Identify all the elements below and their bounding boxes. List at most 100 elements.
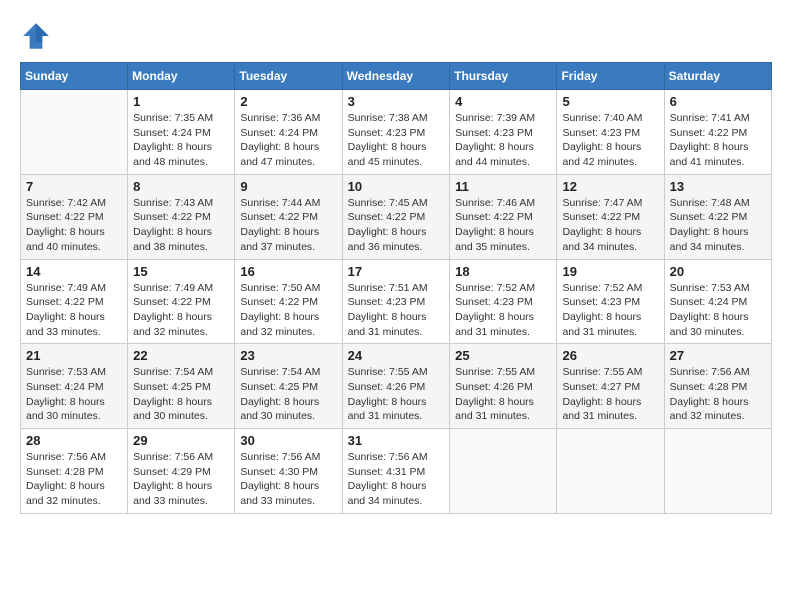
calendar-day-cell: 24Sunrise: 7:55 AMSunset: 4:26 PMDayligh… bbox=[342, 344, 450, 429]
calendar-week-row: 1Sunrise: 7:35 AMSunset: 4:24 PMDaylight… bbox=[21, 90, 772, 175]
calendar-week-row: 21 Sunrise: 7:53 AMSunset: 4:24 PMDayligh… bbox=[21, 344, 772, 429]
calendar-day-cell: 11 Sunrise: 7:46 AMSunset: 4:22 PMDayligh… bbox=[450, 174, 557, 259]
weekday-header-cell: Monday bbox=[128, 63, 235, 90]
calendar-day-cell: 23 Sunrise: 7:54 AMSunset: 4:25 PMDayligh… bbox=[235, 344, 342, 429]
day-detail: Sunrise: 7:46 AMSunset: 4:22 PMDaylight:… bbox=[455, 196, 551, 255]
day-detail: Sunrise: 7:35 AMSunset: 4:24 PMDaylight:… bbox=[133, 111, 229, 170]
day-detail: Sunrise: 7:45 AMSunset: 4:22 PMDaylight:… bbox=[348, 196, 445, 255]
day-number: 4 bbox=[455, 94, 551, 109]
day-detail: Sunrise: 7:53 AMSunset: 4:24 PMDaylight:… bbox=[26, 365, 122, 424]
day-detail: Sunrise: 7:56 AMSunset: 4:28 PMDaylight:… bbox=[26, 450, 122, 509]
day-number: 10 bbox=[348, 179, 445, 194]
weekday-header-cell: Saturday bbox=[664, 63, 771, 90]
calendar-day-cell: 12 Sunrise: 7:47 AMSunset: 4:22 PMDayligh… bbox=[557, 174, 664, 259]
day-number: 31 bbox=[348, 433, 445, 448]
calendar-week-row: 28 Sunrise: 7:56 AMSunset: 4:28 PMDayligh… bbox=[21, 429, 772, 514]
day-detail: Sunrise: 7:53 AMSunset: 4:24 PMDaylight:… bbox=[670, 281, 766, 340]
weekday-header-cell: Friday bbox=[557, 63, 664, 90]
day-number: 25 bbox=[455, 348, 551, 363]
logo-icon bbox=[20, 20, 52, 52]
calendar-day-cell: 20 Sunrise: 7:53 AMSunset: 4:24 PMDayligh… bbox=[664, 259, 771, 344]
weekday-header-cell: Sunday bbox=[21, 63, 128, 90]
weekday-header-cell: Tuesday bbox=[235, 63, 342, 90]
day-detail: Sunrise: 7:51 AMSunset: 4:23 PMDaylight:… bbox=[348, 281, 445, 340]
day-number: 6 bbox=[670, 94, 766, 109]
day-detail: Sunrise: 7:55 AMSunset: 4:26 PMDaylight:… bbox=[455, 365, 551, 424]
day-number: 8 bbox=[133, 179, 229, 194]
day-detail: Sunrise: 7:50 AMSunset: 4:22 PMDaylight:… bbox=[240, 281, 336, 340]
calendar-day-cell: 21 Sunrise: 7:53 AMSunset: 4:24 PMDayligh… bbox=[21, 344, 128, 429]
day-detail: Sunrise: 7:39 AMSunset: 4:23 PMDaylight:… bbox=[455, 111, 551, 170]
calendar-day-cell bbox=[664, 429, 771, 514]
calendar-day-cell: 9 Sunrise: 7:44 AMSunset: 4:22 PMDaylight… bbox=[235, 174, 342, 259]
weekday-header-row: SundayMondayTuesdayWednesdayThursdayFrid… bbox=[21, 63, 772, 90]
day-detail: Sunrise: 7:36 AMSunset: 4:24 PMDaylight:… bbox=[240, 111, 336, 170]
calendar-day-cell: 25 Sunrise: 7:55 AMSunset: 4:26 PMDayligh… bbox=[450, 344, 557, 429]
day-number: 17 bbox=[348, 264, 445, 279]
calendar-day-cell: 10 Sunrise: 7:45 AMSunset: 4:22 PMDayligh… bbox=[342, 174, 450, 259]
day-detail: Sunrise: 7:54 AMSunset: 4:25 PMDaylight:… bbox=[240, 365, 336, 424]
day-number: 16 bbox=[240, 264, 336, 279]
day-detail: Sunrise: 7:55 AMSunset: 4:27 PMDaylight:… bbox=[562, 365, 658, 424]
calendar-day-cell: 5 Sunrise: 7:40 AMSunset: 4:23 PMDaylight… bbox=[557, 90, 664, 175]
day-number: 9 bbox=[240, 179, 336, 194]
calendar-day-cell: 18Sunrise: 7:52 AMSunset: 4:23 PMDayligh… bbox=[450, 259, 557, 344]
calendar-day-cell: 1Sunrise: 7:35 AMSunset: 4:24 PMDaylight… bbox=[128, 90, 235, 175]
day-number: 27 bbox=[670, 348, 766, 363]
page-header bbox=[20, 20, 772, 52]
day-number: 20 bbox=[670, 264, 766, 279]
day-detail: Sunrise: 7:52 AMSunset: 4:23 PMDaylight:… bbox=[455, 281, 551, 340]
day-number: 24 bbox=[348, 348, 445, 363]
day-detail: Sunrise: 7:56 AMSunset: 4:29 PMDaylight:… bbox=[133, 450, 229, 509]
calendar-day-cell: 28 Sunrise: 7:56 AMSunset: 4:28 PMDayligh… bbox=[21, 429, 128, 514]
day-number: 21 bbox=[26, 348, 122, 363]
day-number: 12 bbox=[562, 179, 658, 194]
day-number: 3 bbox=[348, 94, 445, 109]
calendar-day-cell: 29 Sunrise: 7:56 AMSunset: 4:29 PMDayligh… bbox=[128, 429, 235, 514]
calendar-day-cell: 4 Sunrise: 7:39 AMSunset: 4:23 PMDaylight… bbox=[450, 90, 557, 175]
logo bbox=[20, 20, 56, 52]
day-detail: Sunrise: 7:47 AMSunset: 4:22 PMDaylight:… bbox=[562, 196, 658, 255]
calendar-day-cell bbox=[21, 90, 128, 175]
calendar-day-cell: 7 Sunrise: 7:42 AMSunset: 4:22 PMDaylight… bbox=[21, 174, 128, 259]
day-number: 22 bbox=[133, 348, 229, 363]
calendar-day-cell: 14Sunrise: 7:49 AMSunset: 4:22 PMDayligh… bbox=[21, 259, 128, 344]
calendar-table: SundayMondayTuesdayWednesdayThursdayFrid… bbox=[20, 62, 772, 514]
weekday-header-cell: Wednesday bbox=[342, 63, 450, 90]
calendar-day-cell: 31 Sunrise: 7:56 AMSunset: 4:31 PMDayligh… bbox=[342, 429, 450, 514]
day-detail: Sunrise: 7:41 AMSunset: 4:22 PMDaylight:… bbox=[670, 111, 766, 170]
weekday-header-cell: Thursday bbox=[450, 63, 557, 90]
day-number: 26 bbox=[562, 348, 658, 363]
calendar-day-cell: 15Sunrise: 7:49 AMSunset: 4:22 PMDayligh… bbox=[128, 259, 235, 344]
day-number: 28 bbox=[26, 433, 122, 448]
day-number: 29 bbox=[133, 433, 229, 448]
day-detail: Sunrise: 7:52 AMSunset: 4:23 PMDaylight:… bbox=[562, 281, 658, 340]
day-detail: Sunrise: 7:44 AMSunset: 4:22 PMDaylight:… bbox=[240, 196, 336, 255]
day-number: 30 bbox=[240, 433, 336, 448]
day-detail: Sunrise: 7:49 AMSunset: 4:22 PMDaylight:… bbox=[133, 281, 229, 340]
calendar-day-cell: 19Sunrise: 7:52 AMSunset: 4:23 PMDayligh… bbox=[557, 259, 664, 344]
calendar-day-cell: 6 Sunrise: 7:41 AMSunset: 4:22 PMDaylight… bbox=[664, 90, 771, 175]
calendar-day-cell: 16 Sunrise: 7:50 AMSunset: 4:22 PMDayligh… bbox=[235, 259, 342, 344]
day-detail: Sunrise: 7:56 AMSunset: 4:31 PMDaylight:… bbox=[348, 450, 445, 509]
calendar-day-cell: 22 Sunrise: 7:54 AMSunset: 4:25 PMDayligh… bbox=[128, 344, 235, 429]
day-detail: Sunrise: 7:48 AMSunset: 4:22 PMDaylight:… bbox=[670, 196, 766, 255]
day-detail: Sunrise: 7:56 AMSunset: 4:28 PMDaylight:… bbox=[670, 365, 766, 424]
day-detail: Sunrise: 7:49 AMSunset: 4:22 PMDaylight:… bbox=[26, 281, 122, 340]
day-number: 7 bbox=[26, 179, 122, 194]
calendar-day-cell: 3Sunrise: 7:38 AMSunset: 4:23 PMDaylight… bbox=[342, 90, 450, 175]
day-number: 5 bbox=[562, 94, 658, 109]
calendar-day-cell: 13 Sunrise: 7:48 AMSunset: 4:22 PMDayligh… bbox=[664, 174, 771, 259]
calendar-day-cell: 27 Sunrise: 7:56 AMSunset: 4:28 PMDayligh… bbox=[664, 344, 771, 429]
day-number: 13 bbox=[670, 179, 766, 194]
day-detail: Sunrise: 7:54 AMSunset: 4:25 PMDaylight:… bbox=[133, 365, 229, 424]
day-number: 11 bbox=[455, 179, 551, 194]
day-detail: Sunrise: 7:42 AMSunset: 4:22 PMDaylight:… bbox=[26, 196, 122, 255]
calendar-day-cell: 8Sunrise: 7:43 AMSunset: 4:22 PMDaylight… bbox=[128, 174, 235, 259]
calendar-body: 1Sunrise: 7:35 AMSunset: 4:24 PMDaylight… bbox=[21, 90, 772, 514]
day-number: 2 bbox=[240, 94, 336, 109]
day-detail: Sunrise: 7:40 AMSunset: 4:23 PMDaylight:… bbox=[562, 111, 658, 170]
day-number: 23 bbox=[240, 348, 336, 363]
calendar-day-cell: 2 Sunrise: 7:36 AMSunset: 4:24 PMDaylight… bbox=[235, 90, 342, 175]
calendar-day-cell bbox=[557, 429, 664, 514]
